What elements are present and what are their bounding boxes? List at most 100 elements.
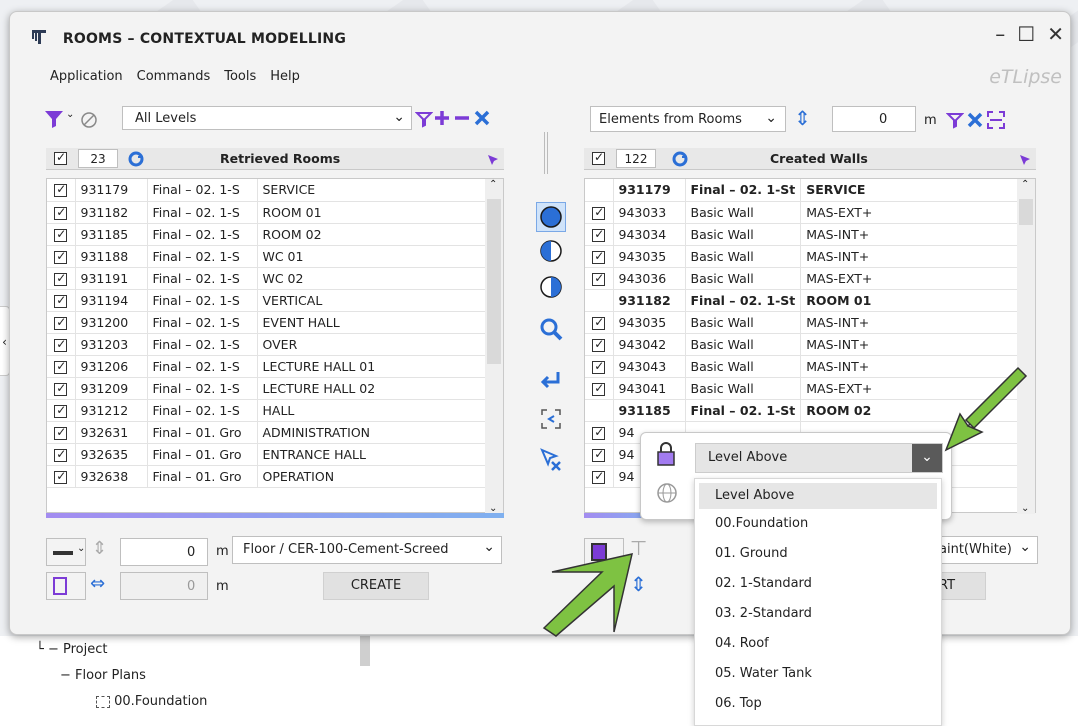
row-checkbox[interactable] [54,469,68,484]
clear-filter-icon[interactable] [79,110,99,130]
row-checkbox[interactable] [592,381,606,396]
scroll-up-icon[interactable]: ⌃ [1021,179,1029,190]
floor-offset-input[interactable]: 0 [120,538,208,566]
add-icon[interactable] [433,109,451,127]
table-row[interactable]: 932631Final – 01. GroADMINISTRATION [47,421,503,444]
row-checkbox[interactable] [592,249,606,264]
row-checkbox[interactable] [592,271,606,286]
close-icon[interactable]: ✕ [1047,22,1064,46]
filter-icon[interactable] [415,110,433,128]
create-button[interactable]: CREATE [323,572,429,600]
level-option[interactable]: 02. 1-Standard [695,569,941,599]
row-checkbox[interactable] [592,227,606,242]
level-option[interactable]: 06. Top [695,689,941,719]
row-checkbox[interactable] [54,182,68,198]
table-row[interactable]: 943034Basic WallMAS-INT+ [585,223,1035,246]
group-row[interactable]: 931179 Final – 02. 1-St SERVICE [585,179,1035,202]
tree-item-floor-plans[interactable]: − Floor Plans [60,668,146,683]
select-all-mode-button[interactable] [536,202,566,232]
table-row[interactable]: 931203Final – 02. 1-SOVER [47,333,503,356]
level-option[interactable]: 04. Roof [695,629,941,659]
row-checkbox[interactable] [54,403,68,418]
table-row[interactable]: 932638Final – 01. GroOPERATION [47,465,503,488]
row-checkbox[interactable] [54,425,68,440]
scroll-down-icon[interactable]: ⌄ [1021,503,1029,514]
row-checkbox[interactable] [54,271,68,286]
table-row[interactable]: 931209Final – 02. 1-SLECTURE HALL 02 [47,377,503,400]
scrollbar[interactable]: ⌃ ⌄ [1017,179,1035,514]
table-row[interactable]: 932635Final – 01. GroENTRANCE HALL [47,443,503,466]
table-row[interactable]: 943035Basic WallMAS-INT+ [585,245,1035,268]
column-tool-button[interactable] [46,572,86,600]
select-cursor-icon[interactable] [1018,153,1032,167]
top-constraint-select[interactable]: Level Above ⌄ [695,443,943,473]
table-row[interactable]: 943042Basic WallMAS-INT+ [585,333,1035,356]
menu-tools[interactable]: Tools [222,69,258,84]
material-select[interactable]: aint(White) ⌄ [930,536,1038,564]
row-checkbox[interactable] [592,469,606,484]
table-row[interactable]: 931188Final – 02. 1-SWC 01 [47,245,503,268]
row-checkbox[interactable] [592,359,606,374]
row-checkbox[interactable] [592,425,606,440]
row-checkbox[interactable] [592,205,606,220]
filter-icon[interactable] [946,111,964,129]
half-circle-right-icon[interactable] [538,274,564,300]
group-row[interactable]: 931182 Final – 02. 1-St ROOM 01 [585,289,1035,312]
level-option[interactable]: Level Above [699,483,937,509]
floor-tool-button[interactable]: ⌄ [46,538,86,566]
deselect-cursor-icon[interactable] [538,446,564,472]
refresh-icon[interactable] [672,151,688,167]
tree-item-foundation[interactable]: 00.Foundation [96,694,207,709]
row-checkbox[interactable] [54,359,68,374]
row-checkbox[interactable] [54,381,68,396]
select-all-checkbox[interactable] [54,150,67,165]
table-row[interactable]: 943033Basic WallMAS-EXT+ [585,201,1035,224]
row-checkbox[interactable] [54,337,68,352]
row-checkbox[interactable] [592,447,606,462]
vertical-offset-icon[interactable]: ⇕ [794,106,811,130]
floor-type-select[interactable]: Floor / CER-100-Cement-Screed ⌄ [232,536,502,564]
row-checkbox[interactable] [592,337,606,352]
select-all-checkbox[interactable] [592,150,605,165]
chevron-down-icon[interactable]: ⌄ [66,109,74,120]
filter-icon[interactable] [43,109,65,129]
row-checkbox[interactable] [54,205,68,220]
table-row[interactable]: 943035Basic WallMAS-INT+ [585,311,1035,334]
table-row[interactable]: 931194Final – 02. 1-SVERTICAL [47,289,503,312]
row-checkbox[interactable] [54,249,68,264]
source-select[interactable]: Elements from Rooms ⌄ [590,106,786,132]
tree-item-project[interactable]: └ − Project [36,642,107,657]
table-row[interactable]: 931191Final – 02. 1-SWC 02 [47,267,503,290]
maximize-icon[interactable]: ☐ [1017,22,1035,46]
wall-offset-input[interactable]: 0 [832,106,916,132]
level-option[interactable]: 03. 2-Standard [695,599,941,629]
row-checkbox[interactable] [54,447,68,462]
level-option[interactable]: 05. Water Tank [695,659,941,689]
row-checkbox[interactable] [592,315,606,330]
tree-scrollbar[interactable] [360,636,370,666]
horizontal-offset-input[interactable]: 0 [120,572,208,600]
half-circle-left-icon[interactable] [538,238,564,264]
scroll-thumb[interactable] [1019,199,1033,225]
level-filter-select[interactable]: All Levels ⌄ [122,106,412,130]
vertical-offset-icon[interactable]: ⇕ [92,538,107,559]
chevron-down-icon[interactable]: ⌄ [912,444,942,472]
table-row[interactable]: 931182Final – 02. 1-SROOM 01 [47,201,503,224]
minimize-icon[interactable]: – [995,22,1005,46]
menu-help[interactable]: Help [268,69,302,84]
expand-icon[interactable] [986,110,1006,130]
table-row[interactable]: 931185Final – 02. 1-SROOM 02 [47,223,503,246]
menu-application[interactable]: Application [48,69,125,84]
table-row[interactable]: 931179Final – 02. 1-SSERVICE [47,179,503,202]
return-icon[interactable] [538,368,564,394]
table-row[interactable]: 931212Final – 02. 1-SHALL [47,399,503,422]
level-option[interactable]: 01. Ground [695,539,941,569]
select-cursor-icon[interactable] [486,153,500,167]
row-checkbox[interactable] [54,315,68,330]
table-row[interactable]: 943036Basic WallMAS-EXT+ [585,267,1035,290]
row-checkbox[interactable] [54,227,68,242]
menu-commands[interactable]: Commands [135,69,213,84]
lock-icon[interactable] [655,441,677,467]
remove-icon[interactable] [453,109,471,127]
globe-icon[interactable] [655,481,679,505]
